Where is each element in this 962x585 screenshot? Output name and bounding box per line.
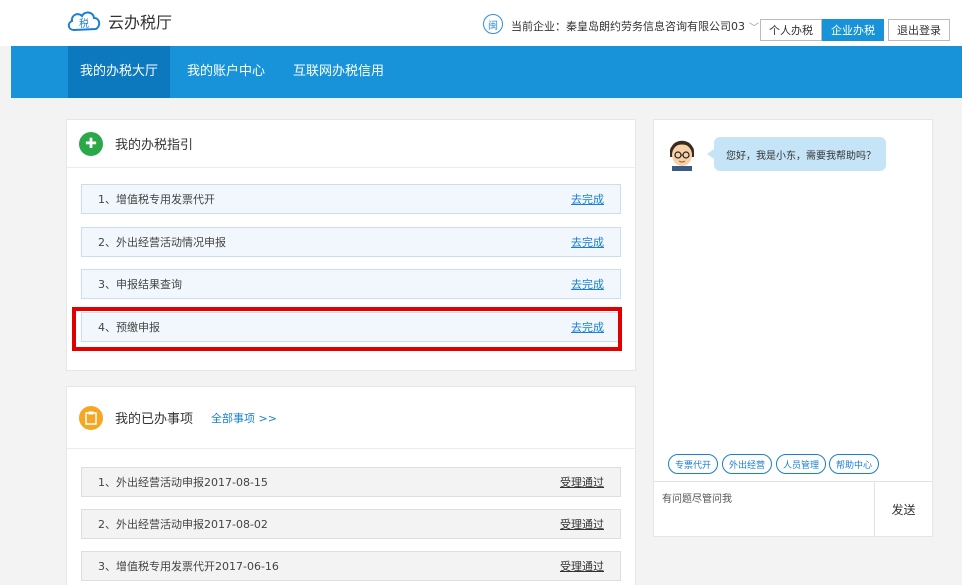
done-item-label: 1、外出经营活动申报2017-08-15 bbox=[98, 476, 268, 489]
province-badge-icon: 闽 bbox=[483, 14, 503, 34]
go-complete-link[interactable]: 去完成 bbox=[571, 276, 604, 292]
done-item: 2、外出经营活动申报2017-08-02 受理通过 bbox=[81, 509, 621, 539]
personal-tax-button[interactable]: 个人办税 bbox=[760, 19, 822, 41]
quick-invoice-button[interactable]: 专票代开 bbox=[668, 454, 718, 474]
guide-item-label: 2、外出经营活动情况申报 bbox=[98, 236, 226, 249]
logout-button[interactable]: 退出登录 bbox=[888, 19, 950, 41]
done-title: 我的已办事项 bbox=[115, 412, 194, 427]
chat-assistant: 您好，我是小东，需要我帮助吗？ 专票代开 外出经营 人员管理 帮助中心 有问题尽… bbox=[653, 119, 933, 537]
send-button[interactable]: 发送 bbox=[874, 482, 932, 537]
done-item-label: 2、外出经营活动申报2017-08-02 bbox=[98, 518, 268, 531]
go-complete-link[interactable]: 去完成 bbox=[571, 191, 604, 207]
company-label: 当前企业：秦皇岛朗约劳务信息咨询有限公司03 bbox=[511, 20, 745, 33]
done-item: 3、增值税专用发票代开2017-06-16 受理通过 bbox=[81, 551, 621, 581]
main-nav: 我的办税大厅 我的账户中心 互联网办税信用 bbox=[11, 46, 962, 98]
all-items-link[interactable]: 全部事项 >> bbox=[211, 410, 277, 426]
guide-item-label: 3、申报结果查询 bbox=[98, 278, 182, 291]
status-link[interactable]: 受理通过 bbox=[560, 558, 604, 574]
app-logo[interactable]: 税 云办税厅 bbox=[66, 8, 172, 34]
assistant-greeting: 您好，我是小东，需要我帮助吗？ bbox=[707, 137, 886, 171]
status-link[interactable]: 受理通过 bbox=[560, 516, 604, 532]
chat-input[interactable]: 有问题尽管问我 bbox=[662, 490, 732, 505]
chat-input-area: 有问题尽管问我 发送 bbox=[654, 481, 932, 537]
guide-item: 3、申报结果查询 去完成 bbox=[81, 269, 621, 299]
signpost-icon: ✚ bbox=[79, 131, 103, 156]
guide-title: 我的办税指引 bbox=[115, 138, 194, 153]
top-header: 税 云办税厅 闽 当前企业：秦皇岛朗约劳务信息咨询有限公司03 ﹀ 个人办税 企… bbox=[0, 0, 962, 46]
guide-item-label: 1、增值税专用发票代开 bbox=[98, 193, 215, 206]
quick-help-button[interactable]: 帮助中心 bbox=[829, 454, 879, 474]
role-switch: 个人办税 企业办税 退出登录 bbox=[760, 19, 950, 41]
guide-item: 2、外出经营活动情况申报 去完成 bbox=[81, 227, 621, 257]
quick-staff-button[interactable]: 人员管理 bbox=[776, 454, 826, 474]
assistant-avatar-icon bbox=[666, 137, 698, 171]
quick-outbound-button[interactable]: 外出经营 bbox=[722, 454, 772, 474]
done-item-label: 3、增值税专用发票代开2017-06-16 bbox=[98, 560, 279, 573]
chevron-down-icon: ﹀ bbox=[749, 22, 759, 34]
nav-tax-credit[interactable]: 互联网办税信用 bbox=[281, 46, 396, 98]
nav-account-center[interactable]: 我的账户中心 bbox=[175, 46, 277, 98]
clipboard-icon bbox=[79, 405, 103, 430]
app-name: 云办税厅 bbox=[108, 13, 173, 32]
guide-item: 1、增值税专用发票代开 去完成 bbox=[81, 184, 621, 214]
svg-text:税: 税 bbox=[79, 17, 89, 30]
done-header: 我的已办事项 全部事项 >> bbox=[67, 387, 635, 449]
cloud-tax-icon: 税 bbox=[66, 8, 102, 34]
done-items-panel: 我的已办事项 全部事项 >> 1、外出经营活动申报2017-08-15 受理通过… bbox=[66, 386, 636, 585]
enterprise-tax-button[interactable]: 企业办税 bbox=[822, 19, 884, 41]
status-link[interactable]: 受理通过 bbox=[560, 474, 604, 490]
go-complete-link[interactable]: 去完成 bbox=[571, 234, 604, 250]
done-item: 1、外出经营活动申报2017-08-15 受理通过 bbox=[81, 467, 621, 497]
current-company[interactable]: 闽 当前企业：秦皇岛朗约劳务信息咨询有限公司03 ﹀ bbox=[483, 14, 759, 34]
guide-header: ✚ 我的办税指引 bbox=[67, 120, 635, 168]
nav-tax-hall[interactable]: 我的办税大厅 bbox=[68, 46, 171, 98]
highlight-box bbox=[72, 307, 622, 351]
